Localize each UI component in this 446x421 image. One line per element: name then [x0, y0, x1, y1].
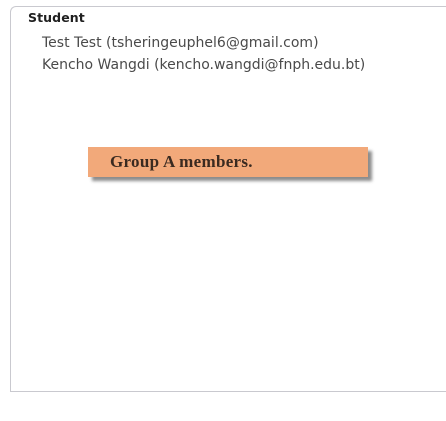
member-item: Test Test (tsheringeuphel6@gmail.com): [42, 35, 319, 51]
section-title-student: Student: [28, 10, 85, 25]
member-list: Test Test (tsheringeuphel6@gmail.com) Ke…: [42, 32, 365, 76]
callout-text: Group A members.: [110, 152, 253, 171]
annotation-callout: Group A members.: [88, 147, 368, 177]
member-item: Kencho Wangdi (kencho.wangdi@fnph.edu.bt…: [42, 57, 366, 73]
